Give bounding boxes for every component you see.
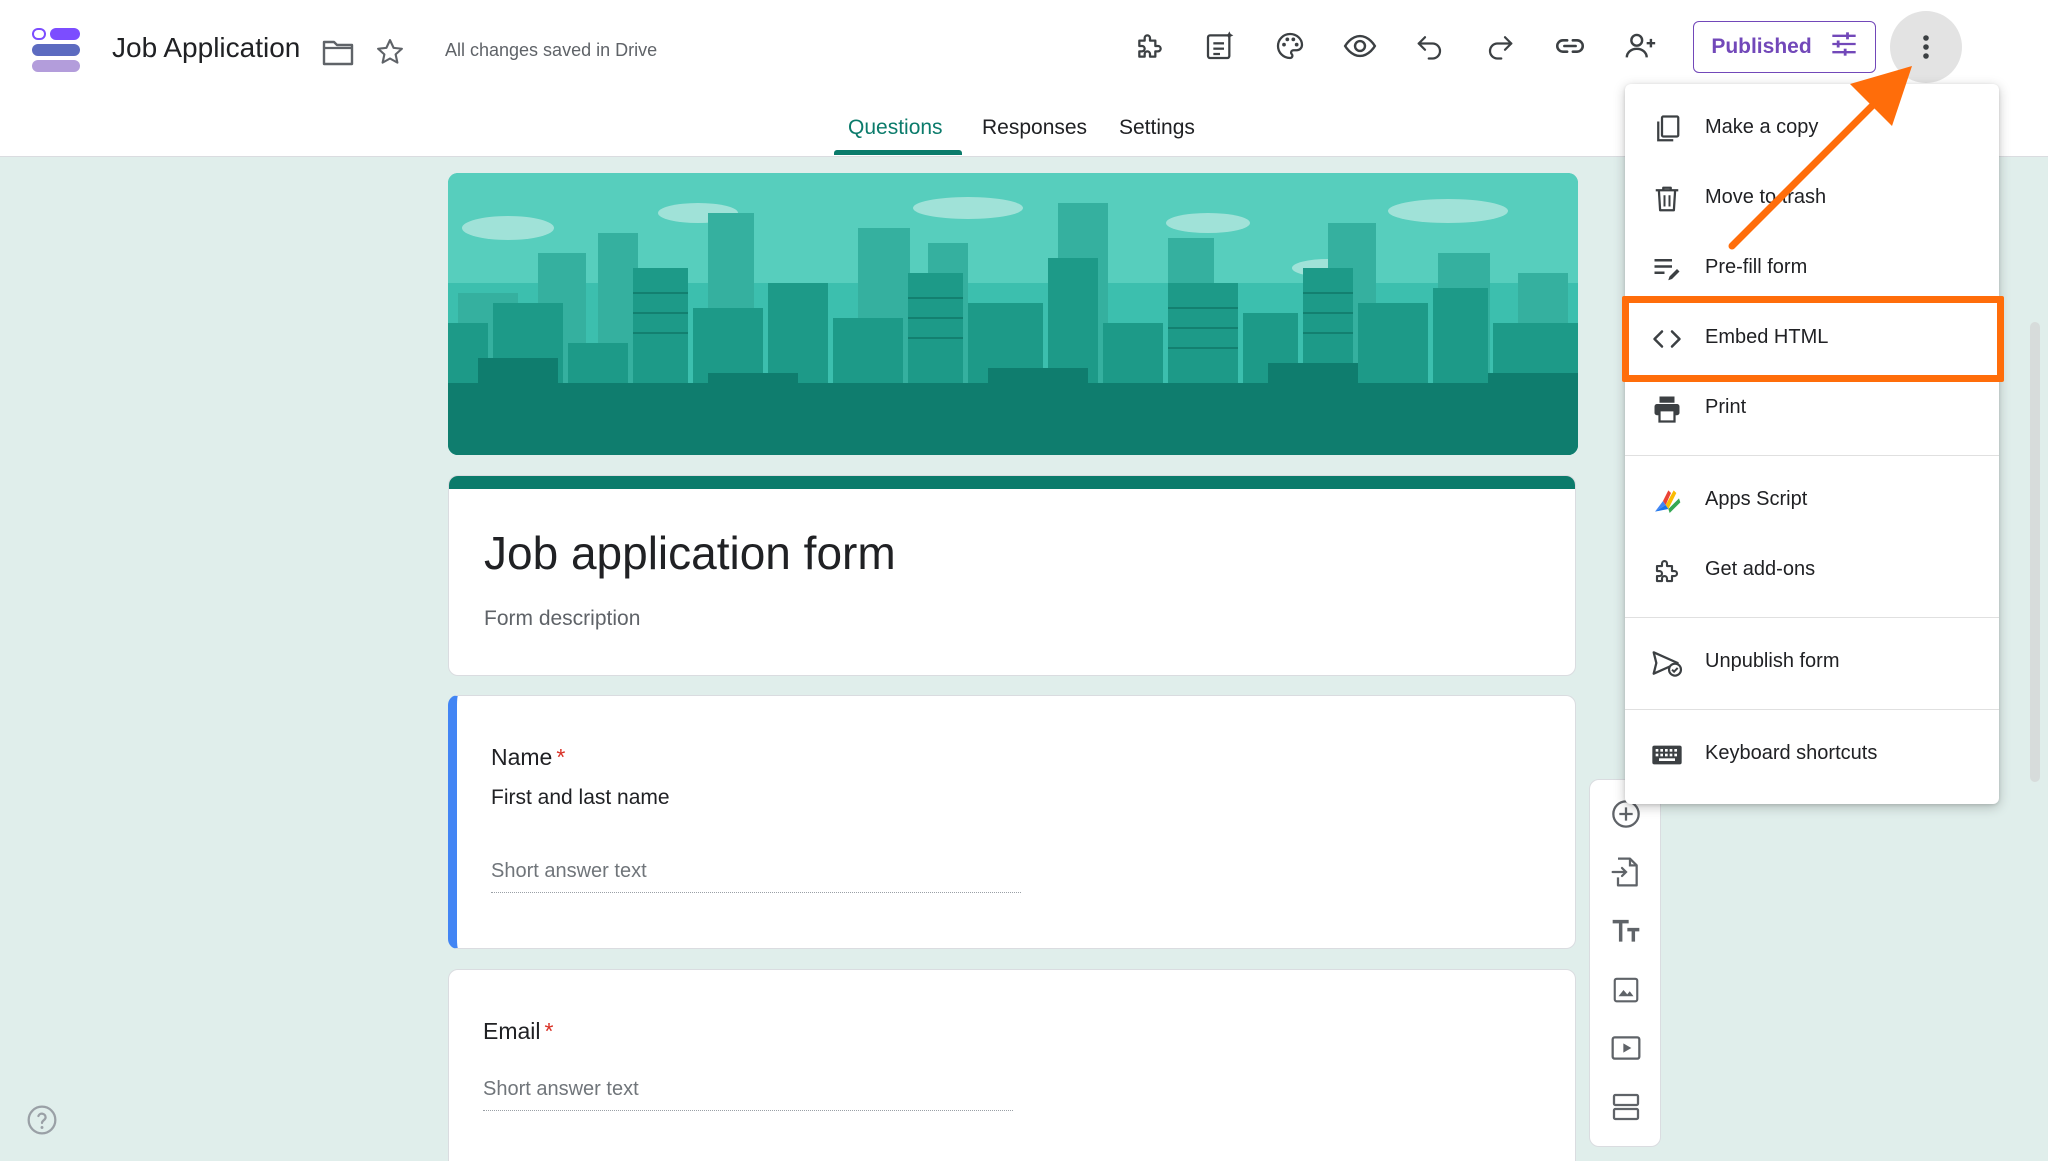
menu-item-label: Embed HTML <box>1705 326 1829 348</box>
short-answer-placeholder: Short answer text <box>483 1078 1013 1111</box>
menu-item-keyboard-shortcuts[interactable]: Keyboard shortcuts <box>1625 720 1999 790</box>
palette-icon[interactable] <box>1266 22 1314 70</box>
app-title[interactable]: Job Application <box>112 32 300 64</box>
required-marker: * <box>544 1018 554 1044</box>
question-title[interactable]: Name * <box>491 744 565 771</box>
menu-item-unpublish-form[interactable]: Unpublish form <box>1625 628 1999 698</box>
redo-icon[interactable] <box>1476 22 1524 70</box>
unpublish-icon <box>1649 645 1685 681</box>
published-button[interactable]: Published <box>1693 21 1876 73</box>
trash-icon <box>1649 181 1685 217</box>
question-description[interactable]: First and last name <box>491 786 670 810</box>
menu-item-label: Apps Script <box>1705 488 1808 510</box>
link-icon[interactable] <box>1546 22 1594 70</box>
scrollbar[interactable] <box>2030 322 2040 782</box>
save-status: All changes saved in Drive <box>445 40 658 60</box>
preview-icon[interactable] <box>1336 22 1384 70</box>
help-icon[interactable] <box>26 1104 58 1136</box>
forms-logo-icon[interactable] <box>30 26 82 74</box>
menu-item-label: Unpublish form <box>1705 650 1840 672</box>
form-title[interactable]: Job application form <box>484 526 896 580</box>
menu-item-get-add-ons[interactable]: Get add-ons <box>1625 536 1999 606</box>
menu-item-label: Make a copy <box>1705 116 1819 138</box>
form-title-card[interactable]: Job application form Form description <box>448 475 1576 676</box>
form-description[interactable]: Form description <box>484 607 640 631</box>
more-options-menu: Make a copy Move to trash Pre-fill form … <box>1625 84 1999 804</box>
tune-icon <box>1830 31 1858 63</box>
star-icon[interactable] <box>373 35 407 69</box>
question-title-text: Name <box>491 744 553 770</box>
menu-item-make-copy[interactable]: Make a copy <box>1625 94 1999 164</box>
add-section-icon[interactable] <box>1602 1083 1650 1131</box>
menu-item-label: Get add-ons <box>1705 558 1816 580</box>
active-tab-indicator <box>834 150 962 155</box>
menu-item-label: Keyboard shortcuts <box>1705 742 1878 764</box>
ai-assist-icon[interactable] <box>1196 22 1244 70</box>
menu-item-embed-html[interactable]: Embed HTML <box>1625 304 1999 374</box>
title-card-accent <box>449 476 1575 489</box>
menu-divider <box>1625 455 1999 456</box>
menu-divider <box>1625 617 1999 618</box>
question-card-name[interactable]: Name * First and last name Short answer t… <box>448 695 1576 949</box>
undo-icon[interactable] <box>1406 22 1454 70</box>
menu-item-label: Print <box>1705 396 1747 418</box>
add-ons-icon[interactable] <box>1126 22 1174 70</box>
tab-questions[interactable]: Questions <box>848 116 943 140</box>
tab-responses[interactable]: Responses <box>982 116 1087 140</box>
menu-item-label: Pre-fill form <box>1705 256 1808 278</box>
menu-item-prefill-form[interactable]: Pre-fill form <box>1625 234 1999 304</box>
copy-icon <box>1649 111 1685 147</box>
menu-divider <box>1625 709 1999 710</box>
import-questions-icon[interactable] <box>1602 848 1650 896</box>
header-image[interactable] <box>448 173 1578 455</box>
print-icon <box>1649 391 1685 427</box>
keyboard-icon <box>1649 737 1685 773</box>
question-title[interactable]: Email * <box>483 1018 553 1045</box>
tab-settings[interactable]: Settings <box>1119 116 1195 140</box>
question-card-email[interactable]: Email * Short answer text <box>448 969 1576 1161</box>
add-collaborator-icon[interactable] <box>1617 22 1665 70</box>
add-image-icon[interactable] <box>1602 966 1650 1014</box>
question-title-text: Email <box>483 1018 541 1044</box>
menu-item-apps-script[interactable]: Apps Script <box>1625 466 1999 536</box>
question-side-toolbar <box>1589 779 1661 1147</box>
required-marker: * <box>556 744 566 770</box>
menu-item-label: Move to trash <box>1705 186 1827 208</box>
prefill-icon <box>1649 251 1685 287</box>
add-video-icon[interactable] <box>1602 1024 1650 1072</box>
menu-item-move-to-trash[interactable]: Move to trash <box>1625 164 1999 234</box>
add-title-icon[interactable] <box>1602 907 1650 955</box>
add-ons-icon <box>1649 553 1685 589</box>
short-answer-placeholder: Short answer text <box>491 860 1021 893</box>
more-options-icon[interactable] <box>1890 11 1962 83</box>
menu-item-print[interactable]: Print <box>1625 374 1999 444</box>
apps-script-icon <box>1649 483 1685 519</box>
code-icon <box>1649 321 1685 357</box>
published-label: Published <box>1711 35 1812 58</box>
folder-icon[interactable] <box>320 36 356 68</box>
